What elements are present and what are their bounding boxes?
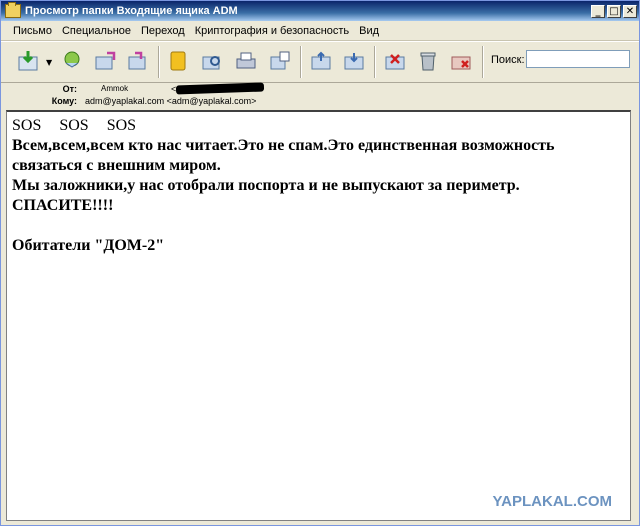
- message-line: Всем,всем,всем кто нас читает.Это не спа…: [12, 137, 555, 174]
- message-line: СПАСИТЕ!!!!: [12, 197, 114, 214]
- menu-bar: Письмо Специальное Переход Криптография …: [1, 21, 639, 41]
- menu-item-letter[interactable]: Письмо: [1, 25, 57, 37]
- message-header: От: Ammok < Кому: adm@yaplakal.com <adm@…: [1, 82, 639, 109]
- mail-window: Просмотр папки Входящие ящика ADM _ □ ✕ …: [0, 0, 640, 526]
- menu-item-go[interactable]: Переход: [136, 25, 190, 37]
- from-name: Ammok: [101, 84, 129, 93]
- menu-item-special[interactable]: Специальное: [57, 25, 136, 37]
- print-preview-icon[interactable]: [267, 48, 293, 74]
- search-label: Поиск:: [491, 54, 525, 66]
- message-line: SOS SOS SOS: [12, 117, 137, 134]
- print-icon[interactable]: [233, 48, 259, 74]
- window-title: Просмотр папки Входящие ящика ADM: [25, 5, 238, 17]
- trash-icon[interactable]: [415, 48, 441, 74]
- mark-spam-icon[interactable]: [448, 48, 474, 74]
- chevron-down-icon[interactable]: ▼: [46, 58, 52, 67]
- find-icon[interactable]: [199, 48, 225, 74]
- folder-icon: [5, 2, 21, 18]
- redaction-mark: [175, 82, 265, 95]
- maximize-button[interactable]: □: [607, 4, 621, 18]
- forward-icon[interactable]: [125, 48, 151, 74]
- menu-item-crypto[interactable]: Криптография и безопасность: [190, 25, 354, 37]
- menu-item-view[interactable]: Вид: [354, 25, 384, 37]
- title-bar[interactable]: Просмотр папки Входящие ящика ADM _ □ ✕: [1, 1, 639, 21]
- close-button[interactable]: ✕: [623, 4, 637, 18]
- message-signature: Обитатели "ДОМ-2": [12, 237, 165, 254]
- message-line: Мы заложники,у нас отобрали поспорта и н…: [12, 177, 520, 194]
- to-value[interactable]: adm@yaplakal.com <adm@yaplakal.com>: [85, 96, 256, 106]
- search-input[interactable]: [526, 50, 630, 68]
- reply-icon[interactable]: [59, 48, 85, 74]
- from-label: От:: [62, 84, 77, 94]
- watermark-logo: YAPLAKAL.COM: [492, 493, 612, 510]
- address-book-icon[interactable]: [165, 48, 191, 74]
- minimize-button[interactable]: _: [591, 4, 605, 18]
- message-body: SOS SOS SOS Всем,всем,всем кто нас читае…: [6, 110, 631, 521]
- to-label: Кому:: [51, 96, 77, 106]
- delete-icon[interactable]: [382, 48, 408, 74]
- previous-icon[interactable]: [308, 48, 334, 74]
- reply-all-icon[interactable]: [92, 48, 118, 74]
- get-mail-icon[interactable]: [15, 48, 41, 74]
- message-text: SOS SOS SOS Всем,всем,всем кто нас читае…: [12, 116, 622, 256]
- next-icon[interactable]: [341, 48, 367, 74]
